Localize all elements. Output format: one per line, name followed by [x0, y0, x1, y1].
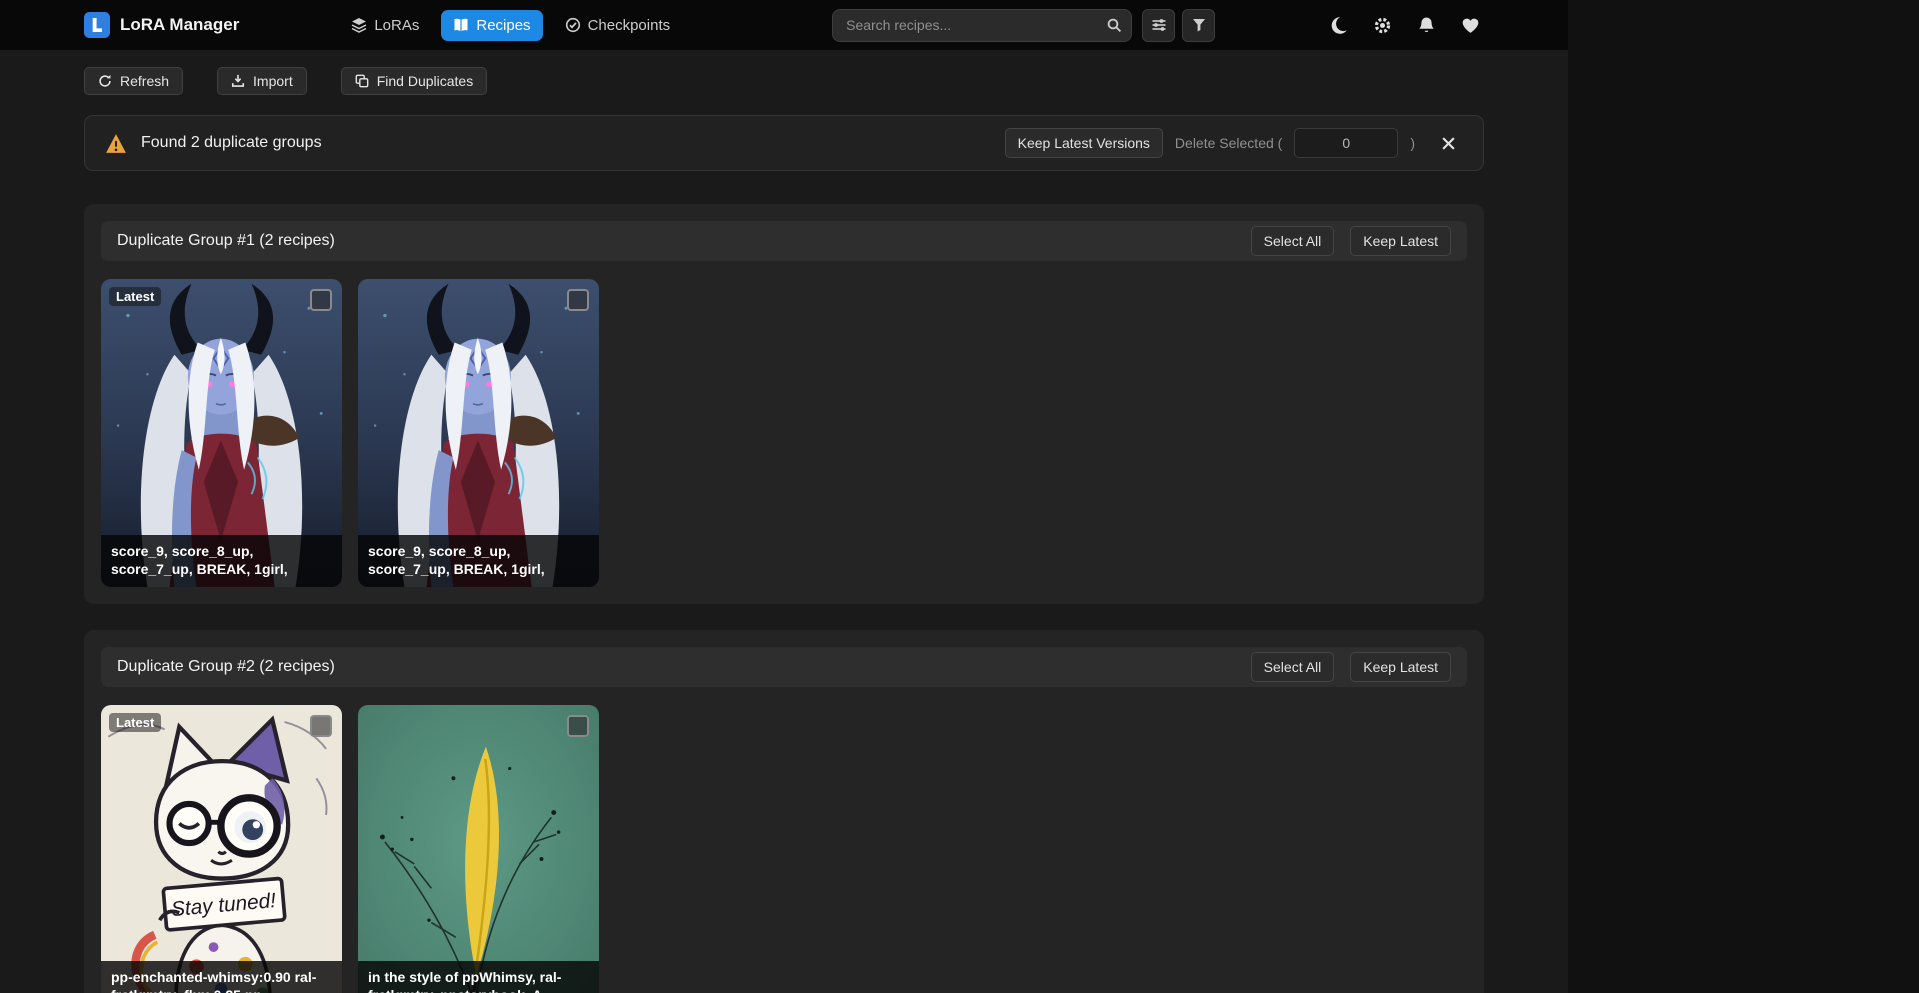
duplicate-group-2: Duplicate Group #2 (2 recipes) Select Al… — [84, 630, 1484, 993]
card-caption: pp-enchanted-whimsy:0.90 ral-frctlgmtry_… — [101, 961, 342, 993]
group-1-header: Duplicate Group #1 (2 recipes) Select Al… — [101, 221, 1467, 261]
banner-actions: Keep Latest Versions Delete Selected ( ) — [1005, 128, 1463, 158]
book-icon — [453, 17, 469, 33]
card-select-checkbox[interactable] — [567, 715, 589, 737]
tab-recipes[interactable]: Recipes — [441, 10, 542, 41]
recipe-card[interactable]: score_9, score_8_up, score_7_up, BREAK, … — [358, 279, 599, 587]
tab-label: LoRAs — [374, 17, 419, 34]
filter-button[interactable] — [1182, 9, 1215, 42]
feather-artwork-image — [358, 705, 599, 993]
banner-message: Found 2 duplicate groups — [141, 134, 322, 152]
refresh-button[interactable]: Refresh — [84, 67, 183, 95]
refresh-label: Refresh — [120, 73, 169, 89]
close-icon — [1441, 136, 1456, 151]
sort-options-button[interactable] — [1142, 9, 1175, 42]
heart-icon — [1461, 16, 1480, 35]
navbar-action-icons — [1324, 11, 1484, 39]
app-window: LoRA Manager LoRAs Recipes — [0, 0, 1568, 993]
notifications-button[interactable] — [1412, 11, 1440, 39]
tab-checkpoints[interactable]: Checkpoints — [553, 10, 683, 41]
layers-icon — [351, 17, 367, 33]
app-title: LoRA Manager — [120, 15, 239, 35]
funnel-icon — [1191, 17, 1207, 33]
app-brand: LoRA Manager — [84, 12, 239, 38]
recipe-card[interactable]: Stay tuned! Latest pp-enchanted-whimsy:0… — [101, 705, 342, 993]
recipes-toolbar: Refresh Import Find Duplicates — [84, 67, 1484, 95]
group-title: Duplicate Group #2 (2 recipes) — [117, 658, 335, 676]
support-button[interactable] — [1456, 11, 1484, 39]
card-select-checkbox[interactable] — [310, 289, 332, 311]
search-bar — [832, 9, 1132, 42]
banner-close-button[interactable] — [1433, 128, 1463, 158]
keep-latest-button[interactable]: Keep Latest — [1350, 652, 1451, 682]
tab-label: Checkpoints — [588, 17, 671, 34]
find-duplicates-button[interactable]: Find Duplicates — [341, 67, 488, 95]
group-actions: Select All Keep Latest — [1251, 652, 1451, 682]
card-caption: score_9, score_8_up, score_7_up, BREAK, … — [101, 535, 342, 587]
main-content: Refresh Import Find Duplicates — [84, 50, 1484, 993]
filter-buttons — [1142, 9, 1215, 42]
group-actions: Select All Keep Latest — [1251, 226, 1451, 256]
import-label: Import — [253, 73, 293, 89]
duplicates-icon — [355, 74, 369, 88]
card-select-checkbox[interactable] — [310, 715, 332, 737]
search-icon — [1106, 17, 1122, 33]
delete-selected-label-suffix: ) — [1410, 135, 1415, 151]
tab-loras[interactable]: LoRAs — [339, 10, 431, 41]
delete-count-input[interactable] — [1294, 128, 1398, 158]
duplicate-group-1: Duplicate Group #1 (2 recipes) Select Al… — [84, 204, 1484, 604]
latest-badge: Latest — [109, 713, 161, 732]
search-input[interactable] — [832, 9, 1132, 42]
select-all-button[interactable]: Select All — [1251, 652, 1335, 682]
import-icon — [231, 74, 245, 88]
duplicates-banner: Found 2 duplicate groups Keep Latest Ver… — [84, 115, 1484, 171]
top-navbar: LoRA Manager LoRAs Recipes — [0, 0, 1568, 50]
navbar-inner: LoRA Manager LoRAs Recipes — [84, 0, 1484, 50]
keep-latest-versions-button[interactable]: Keep Latest Versions — [1005, 128, 1163, 158]
theme-toggle-button[interactable] — [1324, 11, 1352, 39]
keep-latest-button[interactable]: Keep Latest — [1350, 226, 1451, 256]
warning-icon — [105, 133, 127, 154]
gear-icon — [1373, 16, 1392, 35]
group-2-header: Duplicate Group #2 (2 recipes) Select Al… — [101, 647, 1467, 687]
moon-icon — [1329, 16, 1348, 35]
banner-message-area: Found 2 duplicate groups — [105, 133, 322, 154]
app-logo-icon — [84, 12, 110, 38]
find-duplicates-label: Find Duplicates — [377, 73, 474, 89]
cat-artwork-image: Stay tuned! — [101, 705, 342, 993]
import-button[interactable]: Import — [217, 67, 307, 95]
card-select-checkbox[interactable] — [567, 289, 589, 311]
bell-icon — [1417, 16, 1436, 35]
sliders-icon — [1151, 17, 1167, 33]
search-button[interactable] — [1100, 12, 1128, 38]
refresh-icon — [98, 74, 112, 88]
group-1-cards: Latest score_9, score_8_up, score_7_up, … — [101, 279, 1467, 587]
check-circle-icon — [565, 17, 581, 33]
card-caption: score_9, score_8_up, score_7_up, BREAK, … — [358, 535, 599, 587]
tab-label: Recipes — [476, 17, 530, 34]
main-nav: LoRAs Recipes Checkpoints — [339, 10, 682, 41]
latest-badge: Latest — [109, 287, 161, 306]
recipe-card[interactable]: in the style of ppWhimsy, ral-frctlgmtry… — [358, 705, 599, 993]
delete-selected-label: Delete Selected ( — [1175, 135, 1282, 151]
card-caption: in the style of ppWhimsy, ral-frctlgmtry… — [358, 961, 599, 993]
settings-button[interactable] — [1368, 11, 1396, 39]
recipe-card[interactable]: Latest score_9, score_8_up, score_7_up, … — [101, 279, 342, 587]
select-all-button[interactable]: Select All — [1251, 226, 1335, 256]
group-title: Duplicate Group #1 (2 recipes) — [117, 232, 335, 250]
group-2-cards: Stay tuned! Latest pp-enchanted-whimsy:0… — [101, 705, 1467, 993]
